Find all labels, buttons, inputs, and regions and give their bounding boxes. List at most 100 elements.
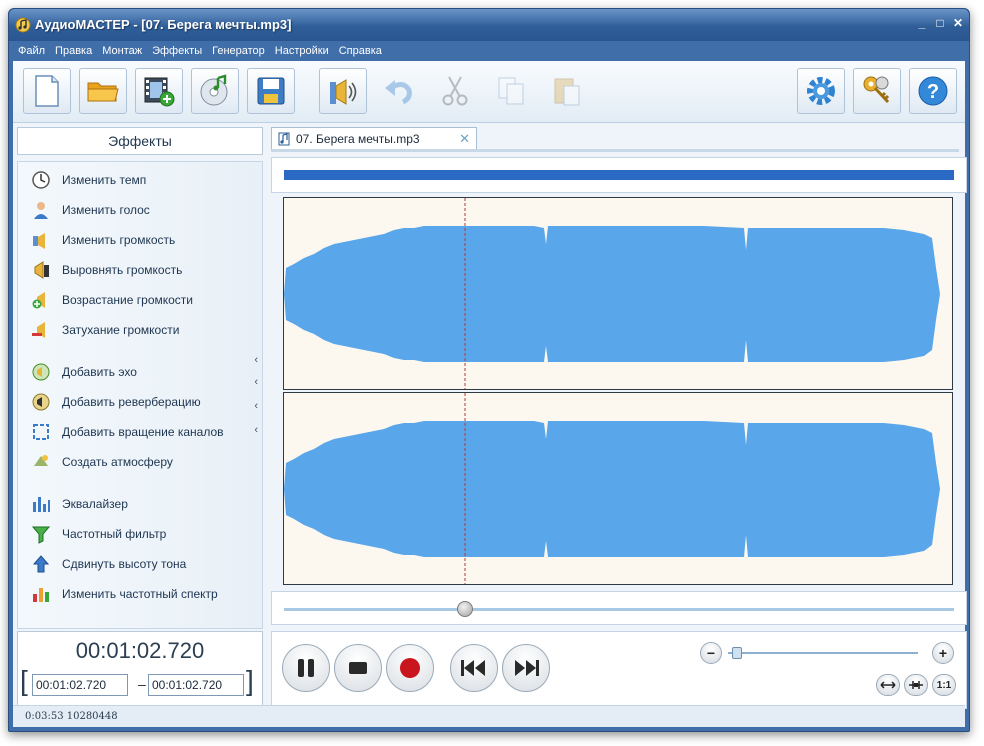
normalize-icon [30, 259, 52, 281]
zoom-out-button[interactable]: − [700, 642, 722, 664]
effect-change-tempo[interactable]: Изменить темп [30, 168, 146, 192]
effect-rotate-channels[interactable]: Добавить вращение каналов [30, 420, 224, 444]
effects-panel: Эффекты Изменить темп Изменить голос Изм… [17, 127, 263, 629]
effect-label: Частотный фильтр [62, 527, 167, 541]
chevron-left-icon[interactable]: ‹ [254, 354, 258, 366]
save-icon [257, 77, 285, 105]
effect-change-volume[interactable]: Изменить громкость [30, 228, 175, 252]
seek-panel [271, 591, 967, 625]
reverb-icon [30, 391, 52, 413]
add-video-icon [144, 77, 175, 107]
effect-create-atmosphere[interactable]: Создать атмосферу [30, 450, 173, 474]
open-folder-icon [87, 82, 119, 102]
menu-settings[interactable]: Настройки [275, 45, 329, 57]
add-video-button[interactable] [135, 68, 183, 114]
record-icon [400, 658, 420, 678]
playback-controls: − + 1:1 [271, 631, 967, 709]
chevron-left-icon[interactable]: ‹ [254, 424, 258, 436]
effect-equalizer[interactable]: Эквалайзер [30, 492, 128, 516]
effect-pitch-shift[interactable]: Сдвинуть высоту тона [30, 552, 186, 576]
zoom-slider-track[interactable] [728, 652, 918, 654]
new-file-button[interactable] [23, 68, 71, 114]
settings-icon [807, 77, 835, 105]
stop-icon [349, 662, 367, 674]
copy-button[interactable] [487, 68, 535, 114]
save-button[interactable] [247, 68, 295, 114]
rotate-icon [30, 421, 52, 443]
effect-change-spectrum[interactable]: Изменить частотный спектр [30, 582, 218, 606]
menu-montage[interactable]: Монтаж [102, 45, 142, 57]
selection-start-field[interactable] [32, 674, 128, 696]
effect-add-reverb[interactable]: Добавить реверберацию [30, 390, 201, 414]
volume-edit-button[interactable] [319, 68, 367, 114]
help-button[interactable]: ? [909, 68, 957, 114]
cd-icon [200, 74, 228, 106]
effect-fade-in[interactable]: Возрастание громкости [30, 288, 193, 312]
minimize-button[interactable]: _ [915, 16, 929, 30]
effect-label: Добавить вращение каналов [62, 425, 224, 439]
menu-effects[interactable]: Эффекты [152, 45, 202, 57]
zoom-slider-thumb[interactable] [732, 647, 742, 659]
close-button[interactable]: ✕ [951, 16, 965, 30]
pause-button[interactable] [282, 644, 330, 692]
atmosphere-icon [30, 451, 52, 473]
chevron-left-icon[interactable]: ‹ [254, 376, 258, 388]
undo-button[interactable] [375, 68, 423, 114]
fast-forward-button[interactable] [502, 644, 550, 692]
zoom-in-button[interactable]: + [932, 642, 954, 664]
effect-label: Создать атмосферу [62, 455, 173, 469]
selection-end-field[interactable] [148, 674, 244, 696]
effect-frequency-filter[interactable]: Частотный фильтр [30, 522, 166, 546]
tab-file[interactable]: 07. Берега мечты.mp3 ✕ [271, 127, 477, 149]
menu-edit[interactable]: Правка [55, 45, 92, 57]
current-time-display: 00:01:02.720 [75, 638, 205, 663]
open-file-button[interactable] [79, 68, 127, 114]
app-window: АудиоМАСТЕР - [07. Берега мечты.mp3] _ □… [8, 8, 970, 732]
keys-button[interactable] [853, 68, 901, 114]
help-icon: ? [918, 76, 948, 106]
toolbar: ? [13, 61, 965, 123]
stop-button[interactable] [334, 644, 382, 692]
maximize-button[interactable]: □ [933, 16, 947, 30]
keys-icon [863, 76, 890, 104]
paste-button[interactable] [543, 68, 591, 114]
zoom-one-to-one-button[interactable]: 1:1 [932, 674, 956, 696]
record-button[interactable] [386, 644, 434, 692]
effect-add-echo[interactable]: Добавить эхо [30, 360, 137, 384]
effect-label: Изменить частотный спектр [62, 587, 218, 601]
new-file-icon [35, 75, 59, 107]
settings-button[interactable] [797, 68, 845, 114]
effect-label: Эквалайзер [62, 497, 128, 511]
seek-thumb[interactable] [456, 601, 473, 617]
effect-fade-out[interactable]: Затухание громкости [30, 318, 179, 342]
menu-generator[interactable]: Генератор [212, 45, 265, 57]
effect-change-voice[interactable]: Изменить голос [30, 198, 150, 222]
echo-icon [30, 361, 52, 383]
zoom-selection-button[interactable] [904, 674, 928, 696]
voice-icon [30, 199, 52, 221]
zoom-fit-width-button[interactable] [876, 674, 900, 696]
effect-normalize-volume[interactable]: Выровнять громкость [30, 258, 182, 282]
undo-icon [385, 80, 412, 105]
chevron-left-icon[interactable]: ‹ [254, 400, 258, 412]
cut-button[interactable] [431, 68, 479, 114]
menu-help[interactable]: Справка [339, 45, 382, 57]
seek-track[interactable] [284, 608, 954, 611]
waveform-channel-right[interactable] [283, 392, 953, 585]
rewind-button[interactable] [450, 644, 498, 692]
effect-label: Выровнять громкость [62, 263, 183, 277]
tab-close-icon[interactable]: ✕ [459, 131, 470, 147]
effect-label: Затухание громкости [62, 323, 180, 337]
effect-label: Изменить громкость [62, 233, 176, 247]
cut-icon [442, 76, 468, 106]
window-title: АудиоМАСТЕР - [07. Берега мечты.mp3] [35, 17, 292, 32]
effects-list: Изменить темп Изменить голос Изменить гр… [17, 161, 263, 629]
menu-file[interactable]: Файл [18, 45, 45, 57]
waveform-channel-left[interactable] [283, 197, 953, 390]
rewind-icon [461, 660, 485, 676]
track-overview[interactable] [271, 157, 967, 193]
tab-label: 07. Берега мечты.mp3 [296, 131, 420, 146]
effect-label: Сдвинуть высоту тона [62, 557, 187, 571]
cd-button[interactable] [191, 68, 239, 114]
effect-label: Изменить темп [62, 173, 147, 187]
